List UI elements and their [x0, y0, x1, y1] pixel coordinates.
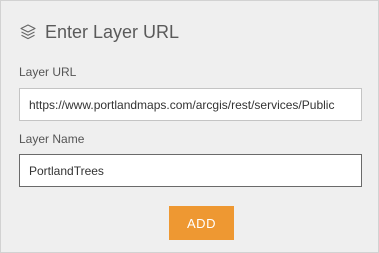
add-button[interactable]: ADD — [169, 206, 234, 240]
layer-url-label: Layer URL — [19, 65, 77, 79]
layer-url-input[interactable] — [19, 88, 362, 121]
add-layer-panel: Enter Layer URL Layer URL Layer Name ADD — [0, 0, 379, 253]
panel-title: Enter Layer URL — [45, 22, 180, 42]
layer-name-input[interactable] — [19, 154, 362, 187]
layers-icon — [19, 23, 37, 41]
panel-header: Enter Layer URL — [19, 19, 179, 45]
layer-name-label: Layer Name — [19, 132, 85, 146]
